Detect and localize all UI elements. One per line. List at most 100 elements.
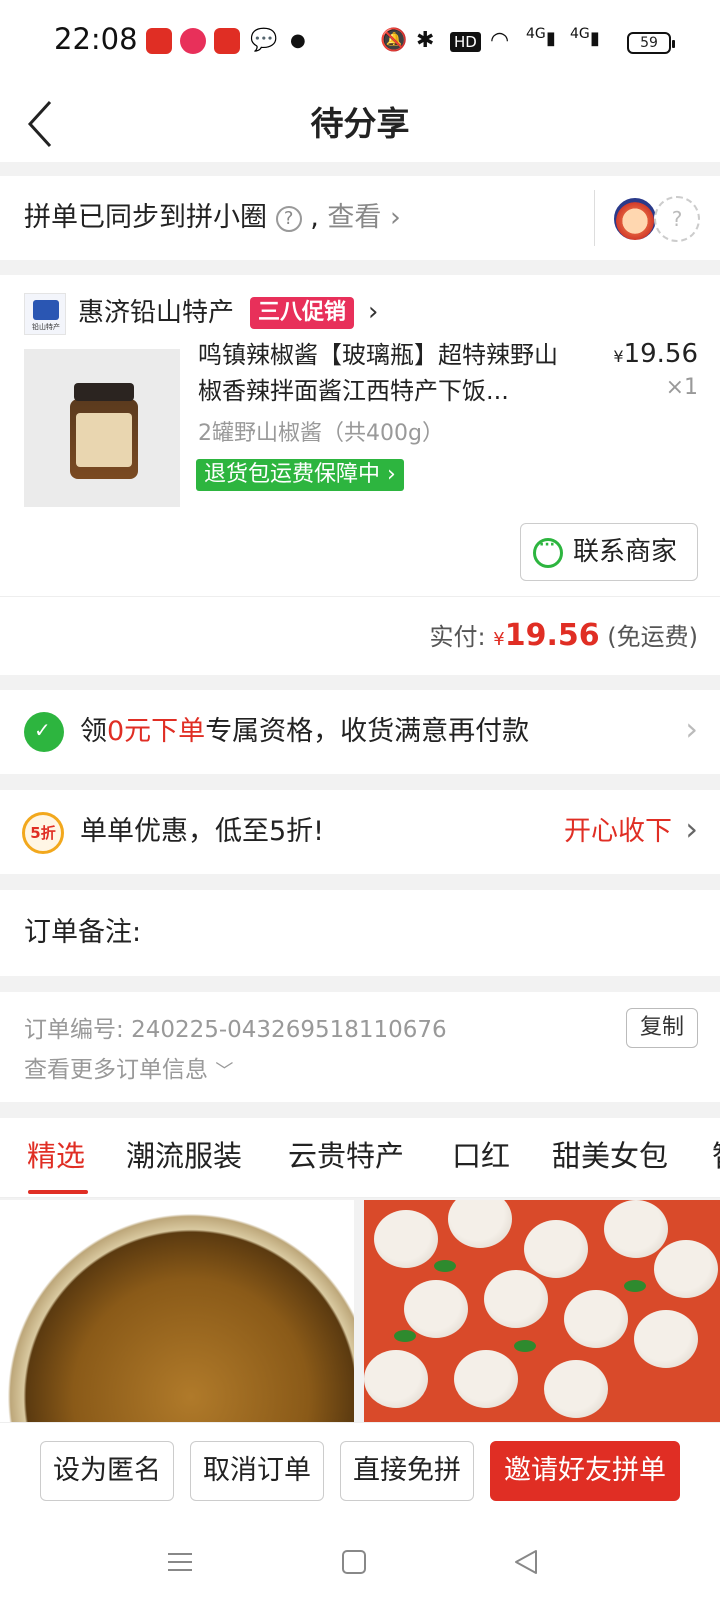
dumpling-shape [604,1200,668,1258]
tab-fashion[interactable]: 潮流服装 [126,1118,242,1194]
action-bar: 设为匿名 取消订单 直接免拼 邀请好友拼单 [0,1422,720,1520]
food-bowl-shape [6,1212,354,1422]
category-tabs: 精选 潮流服装 云贵特产 口红 甜美女包 智 [0,1118,720,1198]
order-card: 铅山特产 惠济铅山特产 三八促销 › 鸣镇辣椒酱【玻璃瓶】超特辣野山椒香辣拌面酱… [0,275,720,675]
shop-logo-caption: 铅山特产 [32,323,60,331]
contact-label: 联系商家 [573,537,678,567]
shop-logo[interactable]: 铅山特产 [24,293,66,335]
back-arrow-icon [27,100,52,148]
dumpling-shape [448,1200,512,1248]
status-time: 22:08 [54,22,138,56]
avatar[interactable] [612,196,658,242]
system-nav-bar [0,1520,720,1609]
sync-comma: , [310,202,319,233]
shop-logo-mark [33,300,59,320]
chevron-down-icon: ﹀ [215,1061,234,1082]
paid-symbol: ¥ [493,629,505,650]
more-order-info-link[interactable]: 查看更多订单信息 ﹀ [24,1050,233,1084]
order-number-value: 240225-043269518110676 [131,1017,447,1043]
tab-featured[interactable]: 精选 [27,1118,85,1194]
accept-discount-link[interactable]: 开心收下 [564,790,672,874]
guarantee-label: 退货包运费保障中 [204,462,381,487]
direct-purchase-button[interactable]: 直接免拼 [340,1441,474,1501]
page-title: 待分享 [310,104,410,143]
wifi-icon: ◠ [490,28,510,53]
herb-shape [434,1260,456,1272]
back-button[interactable] [20,86,80,162]
shipping-note: (免运费) [607,623,698,651]
app-notification-icon-2 [214,28,240,54]
dumpling-shape [544,1360,608,1418]
discount-badge-icon: 5折 [22,812,64,854]
signal-4g-icon-2: 4G [570,26,590,42]
chevron-right-icon: › [685,810,698,848]
tab-active-indicator [28,1190,88,1194]
cancel-order-button[interactable]: 取消订单 [190,1441,324,1501]
divider [594,190,595,246]
zero-yuan-text: 领0元下单专属资格，收货满意再付款 [80,690,529,774]
view-link[interactable]: 查看 [327,202,381,233]
chat-icon [533,537,563,568]
tab-bags[interactable]: 甜美女包 [552,1118,668,1194]
contact-merchant-button[interactable]: 联系商家 [520,523,698,581]
promo-badge: 三八促销 [250,297,355,329]
tab-yungui-specialty[interactable]: 云贵特产 [288,1118,404,1194]
chevron-right-icon: › [685,710,698,748]
signal-bars-icon: ▮ [546,28,556,49]
remark-label: 订单备注: [24,917,142,948]
invite-friends-button[interactable]: 邀请好友拼单 [490,1441,680,1501]
mute-icon: 🔕 [380,28,408,53]
qualification-badge-icon [24,712,64,752]
discount-row[interactable]: 5折 单单优惠，低至5折! 开心收下 › [0,790,720,874]
help-icon[interactable]: ? [275,205,302,232]
product-image[interactable] [24,349,180,507]
order-number-label: 订单编号: [24,1017,124,1043]
home-icon[interactable] [340,1548,368,1576]
tab-more[interactable]: 智 [712,1118,720,1194]
dumpling-shape [364,1350,428,1408]
product-title[interactable]: 鸣镇辣椒酱【玻璃瓶】超特辣野山椒香辣拌面酱江西特产下饭... [198,337,578,409]
order-remark-row[interactable]: 订单备注: [0,890,720,976]
shop-name[interactable]: 惠济铅山特产 [78,289,234,337]
zero-yuan-order-row[interactable]: 领0元下单专属资格，收货满意再付款 › [0,690,720,774]
jar-lid-shape [74,383,134,401]
product-quantity: ×1 [665,375,698,400]
chevron-right-icon: › [380,462,396,487]
divider [0,596,720,597]
hd-icon: HD [450,32,481,52]
more-order-info-label: 查看更多订单信息 [24,1057,208,1083]
dumpling-shape [634,1310,698,1368]
set-anonymous-button[interactable]: 设为匿名 [40,1441,174,1501]
product-price: ¥19.56 [604,339,698,369]
feed-item-image[interactable] [364,1200,720,1422]
dumpling-shape [454,1350,518,1408]
return-shipping-guarantee[interactable]: 退货包运费保障中 › [196,459,404,491]
dumpling-shape [484,1270,548,1328]
paid-amount: 实付: ¥19.56 (免运费) [430,611,698,661]
dumpling-shape [564,1290,628,1348]
copy-button[interactable]: 复制 [626,1008,698,1048]
herb-shape [394,1330,416,1342]
page-header: 待分享 [0,86,720,162]
dumpling-shape [404,1280,468,1338]
battery-icon: 59 [627,32,675,54]
back-icon[interactable] [512,1548,540,1576]
herb-shape [624,1280,646,1292]
avatar-placeholder[interactable]: ? [654,196,700,242]
order-number: 订单编号: 240225-043269518110676 [24,1010,447,1044]
jar-label-shape [76,413,132,467]
feed-item-image[interactable] [0,1200,354,1422]
product-spec: 2罐野山椒酱（共400g） [198,421,444,446]
tab-lipstick[interactable]: 口红 [452,1118,510,1194]
zero-highlight: 0元下单 [107,716,206,747]
chevron-right-icon[interactable]: › [368,297,378,327]
menu-icon[interactable] [166,1548,194,1576]
wechat-icon: 💬 [250,28,278,53]
app-notification-icon [180,28,206,54]
paid-label: 实付: [429,623,486,651]
paid-value: 19.56 [504,618,600,653]
herb-shape [514,1340,536,1352]
sync-text-line: 拼单已同步到拼小圈 ? , 查看 › [24,176,401,260]
sync-text: 拼单已同步到拼小圈 [24,202,267,233]
chevron-right-icon: › [389,202,401,233]
